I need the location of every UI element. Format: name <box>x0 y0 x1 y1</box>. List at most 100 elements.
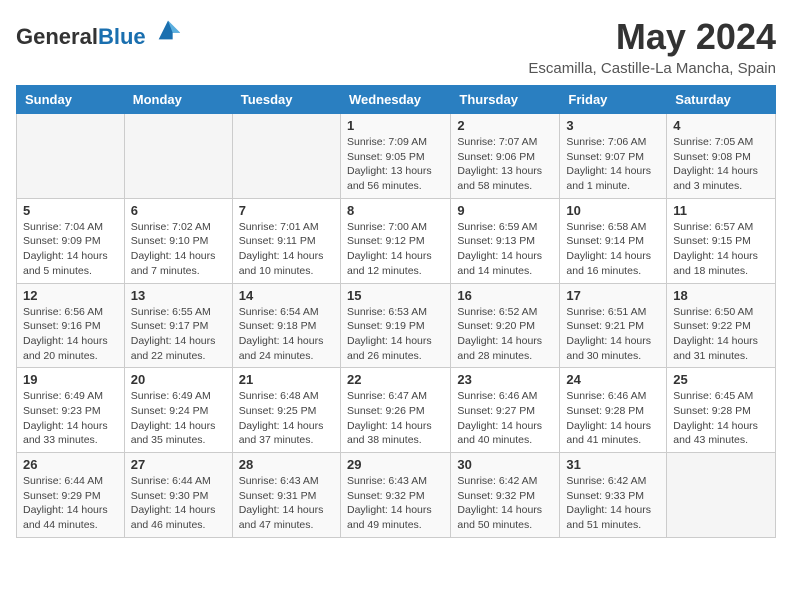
logo-icon <box>154 16 182 44</box>
day-number: 13 <box>131 288 226 303</box>
weekday-header-wednesday: Wednesday <box>340 86 450 114</box>
calendar-cell: 28 Sunrise: 6:43 AMSunset: 9:31 PMDayligh… <box>232 453 340 538</box>
day-number: 27 <box>131 457 226 472</box>
day-number: 25 <box>673 372 769 387</box>
day-number: 28 <box>239 457 334 472</box>
calendar-cell: 21 Sunrise: 6:48 AMSunset: 9:25 PMDayligh… <box>232 368 340 453</box>
page-header: GeneralBlue May 2024 Escamilla, Castille… <box>16 16 776 77</box>
weekday-header-sunday: Sunday <box>17 86 125 114</box>
calendar-cell <box>667 453 776 538</box>
day-number: 12 <box>23 288 118 303</box>
calendar-week-row: 19 Sunrise: 6:49 AMSunset: 9:23 PMDayligh… <box>17 368 776 453</box>
day-info: Sunrise: 7:05 AMSunset: 9:08 PMDaylight:… <box>673 135 769 194</box>
month-year-title: May 2024 <box>528 16 776 58</box>
logo-blue-text: Blue <box>98 24 146 49</box>
day-info: Sunrise: 6:44 AMSunset: 9:29 PMDaylight:… <box>23 474 118 533</box>
calendar-cell: 27 Sunrise: 6:44 AMSunset: 9:30 PMDayligh… <box>124 453 232 538</box>
calendar-cell <box>17 114 125 199</box>
day-info: Sunrise: 6:49 AMSunset: 9:23 PMDaylight:… <box>23 389 118 448</box>
day-number: 11 <box>673 203 769 218</box>
day-info: Sunrise: 6:46 AMSunset: 9:28 PMDaylight:… <box>566 389 660 448</box>
calendar-cell <box>232 114 340 199</box>
day-number: 17 <box>566 288 660 303</box>
calendar-cell: 14Sunrise: 6:54 AMSunset: 9:18 PMDayligh… <box>232 283 340 368</box>
day-info: Sunrise: 6:56 AMSunset: 9:16 PMDaylight:… <box>23 305 118 364</box>
calendar-cell: 1Sunrise: 7:09 AMSunset: 9:05 PMDaylight… <box>340 114 450 199</box>
calendar-cell: 6 Sunrise: 7:02 AMSunset: 9:10 PMDaylight… <box>124 198 232 283</box>
calendar-cell: 7Sunrise: 7:01 AMSunset: 9:11 PMDaylight… <box>232 198 340 283</box>
calendar-cell: 18Sunrise: 6:50 AMSunset: 9:22 PMDayligh… <box>667 283 776 368</box>
calendar-cell: 15 Sunrise: 6:53 AMSunset: 9:19 PMDayligh… <box>340 283 450 368</box>
day-info: Sunrise: 6:51 AMSunset: 9:21 PMDaylight:… <box>566 305 660 364</box>
calendar-week-row: 12 Sunrise: 6:56 AMSunset: 9:16 PMDayligh… <box>17 283 776 368</box>
calendar-cell: 9 Sunrise: 6:59 AMSunset: 9:13 PMDaylight… <box>451 198 560 283</box>
calendar-cell: 2 Sunrise: 7:07 AMSunset: 9:06 PMDaylight… <box>451 114 560 199</box>
day-number: 26 <box>23 457 118 472</box>
day-info: Sunrise: 6:55 AMSunset: 9:17 PMDaylight:… <box>131 305 226 364</box>
calendar-cell: 22 Sunrise: 6:47 AMSunset: 9:26 PMDayligh… <box>340 368 450 453</box>
calendar-cell: 25Sunrise: 6:45 AMSunset: 9:28 PMDayligh… <box>667 368 776 453</box>
day-number: 7 <box>239 203 334 218</box>
day-number: 9 <box>457 203 553 218</box>
day-info: Sunrise: 6:42 AMSunset: 9:33 PMDaylight:… <box>566 474 660 533</box>
calendar-cell: 3 Sunrise: 7:06 AMSunset: 9:07 PMDaylight… <box>560 114 667 199</box>
calendar-cell: 10 Sunrise: 6:58 AMSunset: 9:14 PMDayligh… <box>560 198 667 283</box>
calendar-header-row: SundayMondayTuesdayWednesdayThursdayFrid… <box>17 86 776 114</box>
calendar-table: SundayMondayTuesdayWednesdayThursdayFrid… <box>16 85 776 538</box>
day-number: 30 <box>457 457 553 472</box>
day-number: 5 <box>23 203 118 218</box>
weekday-header-monday: Monday <box>124 86 232 114</box>
day-info: Sunrise: 6:43 AMSunset: 9:31 PMDaylight:… <box>239 474 334 533</box>
day-number: 3 <box>566 118 660 133</box>
day-info: Sunrise: 6:53 AMSunset: 9:19 PMDaylight:… <box>347 305 444 364</box>
day-number: 22 <box>347 372 444 387</box>
calendar-cell: 29 Sunrise: 6:43 AMSunset: 9:32 PMDayligh… <box>340 453 450 538</box>
day-info: Sunrise: 7:02 AMSunset: 9:10 PMDaylight:… <box>131 220 226 279</box>
day-number: 29 <box>347 457 444 472</box>
day-number: 2 <box>457 118 553 133</box>
location-subtitle: Escamilla, Castille-La Mancha, Spain <box>528 60 776 77</box>
calendar-cell: 23Sunrise: 6:46 AMSunset: 9:27 PMDayligh… <box>451 368 560 453</box>
calendar-week-row: 5Sunrise: 7:04 AMSunset: 9:09 PMDaylight… <box>17 198 776 283</box>
calendar-cell: 13 Sunrise: 6:55 AMSunset: 9:17 PMDayligh… <box>124 283 232 368</box>
day-info: Sunrise: 6:59 AMSunset: 9:13 PMDaylight:… <box>457 220 553 279</box>
day-info: Sunrise: 7:06 AMSunset: 9:07 PMDaylight:… <box>566 135 660 194</box>
calendar-week-row: 1Sunrise: 7:09 AMSunset: 9:05 PMDaylight… <box>17 114 776 199</box>
calendar-cell: 20 Sunrise: 6:49 AMSunset: 9:24 PMDayligh… <box>124 368 232 453</box>
day-info: Sunrise: 6:58 AMSunset: 9:14 PMDaylight:… <box>566 220 660 279</box>
calendar-cell: 5Sunrise: 7:04 AMSunset: 9:09 PMDaylight… <box>17 198 125 283</box>
day-info: Sunrise: 6:47 AMSunset: 9:26 PMDaylight:… <box>347 389 444 448</box>
day-number: 10 <box>566 203 660 218</box>
day-number: 20 <box>131 372 226 387</box>
calendar-cell: 12 Sunrise: 6:56 AMSunset: 9:16 PMDayligh… <box>17 283 125 368</box>
calendar-cell: 11 Sunrise: 6:57 AMSunset: 9:15 PMDayligh… <box>667 198 776 283</box>
day-number: 15 <box>347 288 444 303</box>
calendar-cell: 24 Sunrise: 6:46 AMSunset: 9:28 PMDayligh… <box>560 368 667 453</box>
weekday-header-tuesday: Tuesday <box>232 86 340 114</box>
day-info: Sunrise: 6:43 AMSunset: 9:32 PMDaylight:… <box>347 474 444 533</box>
calendar-cell: 31 Sunrise: 6:42 AMSunset: 9:33 PMDayligh… <box>560 453 667 538</box>
day-info: Sunrise: 6:44 AMSunset: 9:30 PMDaylight:… <box>131 474 226 533</box>
title-block: May 2024 Escamilla, Castille-La Mancha, … <box>528 16 776 77</box>
calendar-cell: 16Sunrise: 6:52 AMSunset: 9:20 PMDayligh… <box>451 283 560 368</box>
day-number: 19 <box>23 372 118 387</box>
day-number: 31 <box>566 457 660 472</box>
calendar-cell: 26 Sunrise: 6:44 AMSunset: 9:29 PMDayligh… <box>17 453 125 538</box>
day-info: Sunrise: 7:07 AMSunset: 9:06 PMDaylight:… <box>457 135 553 194</box>
day-number: 24 <box>566 372 660 387</box>
day-number: 6 <box>131 203 226 218</box>
logo: GeneralBlue <box>16 16 182 49</box>
day-number: 18 <box>673 288 769 303</box>
calendar-cell <box>124 114 232 199</box>
day-info: Sunrise: 6:57 AMSunset: 9:15 PMDaylight:… <box>673 220 769 279</box>
day-number: 14 <box>239 288 334 303</box>
weekday-header-friday: Friday <box>560 86 667 114</box>
logo-general-text: General <box>16 24 98 49</box>
day-number: 23 <box>457 372 553 387</box>
calendar-cell: 4 Sunrise: 7:05 AMSunset: 9:08 PMDaylight… <box>667 114 776 199</box>
day-number: 4 <box>673 118 769 133</box>
day-info: Sunrise: 6:48 AMSunset: 9:25 PMDaylight:… <box>239 389 334 448</box>
day-number: 21 <box>239 372 334 387</box>
day-info: Sunrise: 6:49 AMSunset: 9:24 PMDaylight:… <box>131 389 226 448</box>
weekday-header-saturday: Saturday <box>667 86 776 114</box>
